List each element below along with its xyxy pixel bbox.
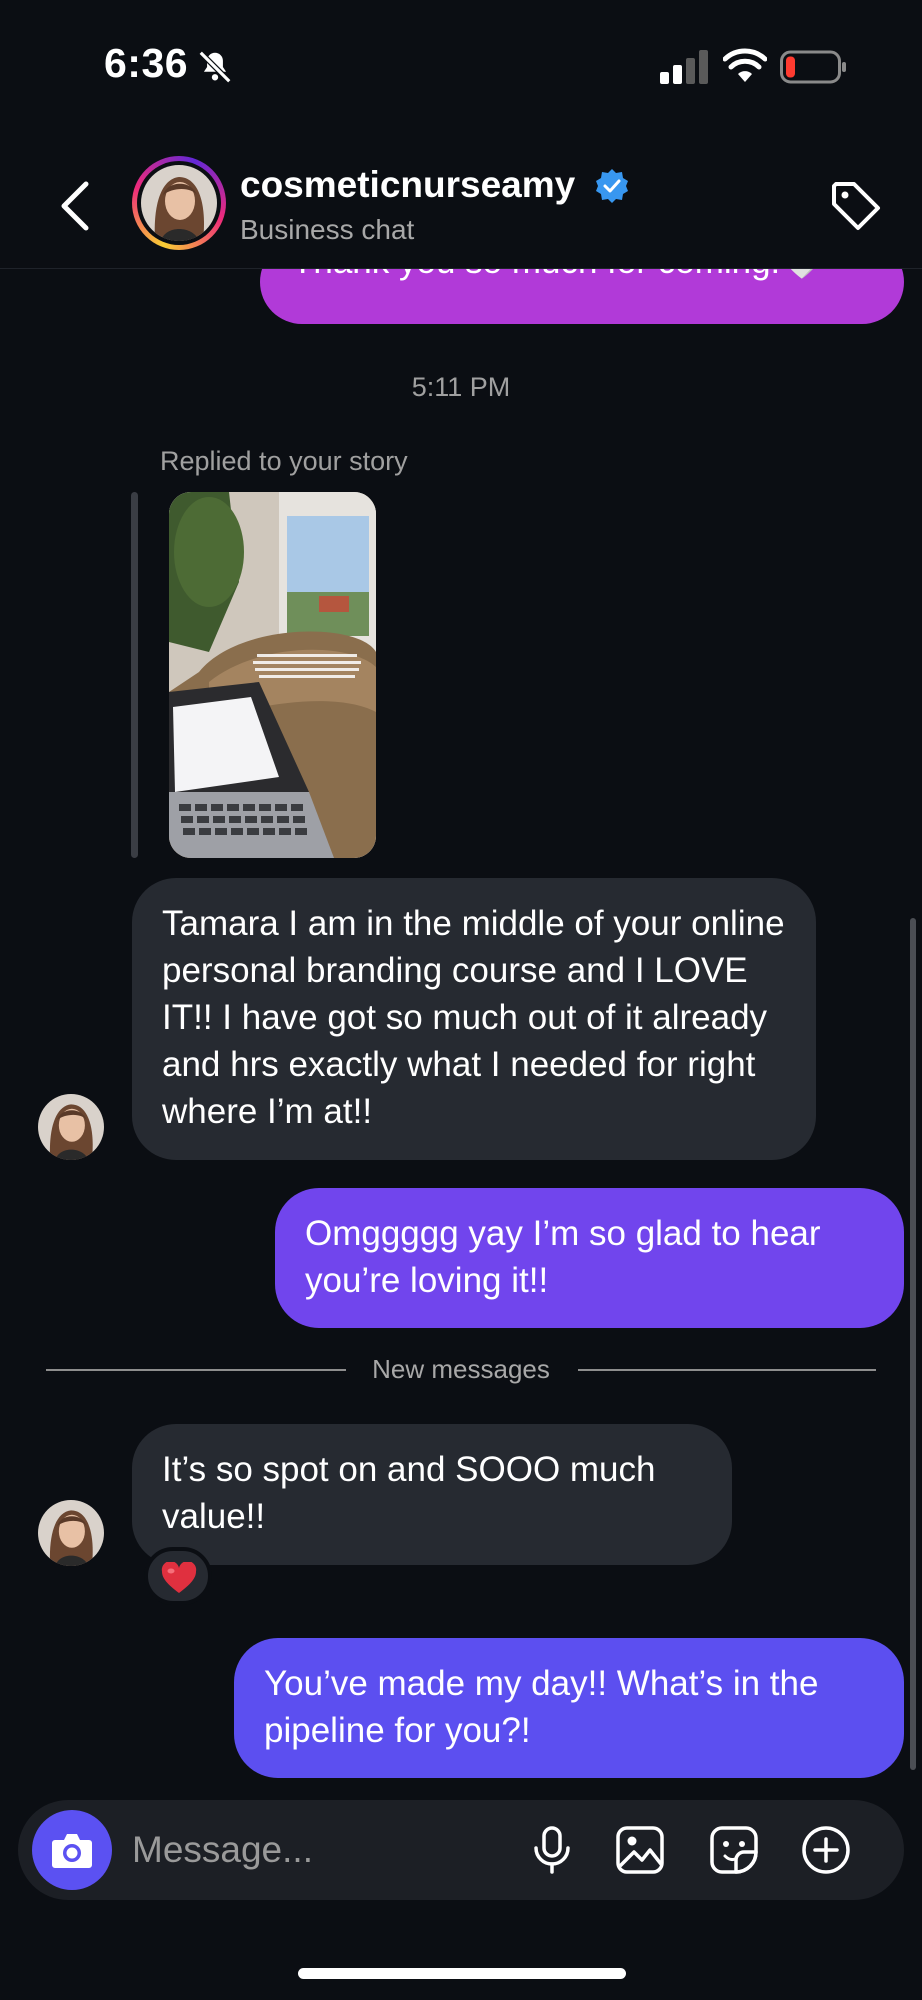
story-image bbox=[169, 492, 376, 858]
status-time: 6:36 bbox=[104, 40, 189, 86]
bell-slash-icon bbox=[198, 50, 232, 84]
story-reply-bar bbox=[131, 492, 138, 858]
story-thumbnail[interactable] bbox=[169, 492, 376, 858]
avatar-image bbox=[141, 165, 217, 241]
battery-icon bbox=[780, 50, 846, 84]
gallery-icon[interactable] bbox=[614, 1824, 666, 1876]
new-messages-divider-right bbox=[578, 1369, 876, 1371]
outgoing-message[interactable]: You’ve made my day!! What’s in the pipel… bbox=[234, 1638, 904, 1778]
outgoing-message-partial[interactable]: Thank you so much for coming!🤍 bbox=[260, 269, 904, 324]
outgoing-message[interactable]: Omggggg yay I’m so glad to hear you’re l… bbox=[275, 1188, 904, 1328]
sender-avatar[interactable] bbox=[38, 1094, 104, 1160]
scrollbar[interactable] bbox=[910, 918, 916, 1770]
tag-icon[interactable] bbox=[828, 178, 884, 234]
message-reaction[interactable] bbox=[144, 1547, 212, 1605]
chat-username[interactable]: cosmeticnurseamy bbox=[240, 164, 575, 206]
profile-avatar[interactable] bbox=[132, 156, 226, 250]
chat-subtitle: Business chat bbox=[240, 214, 415, 245]
incoming-message[interactable]: It’s so spot on and SOOO much value!! bbox=[132, 1424, 732, 1565]
message-input[interactable]: Message... bbox=[132, 1829, 313, 1871]
message-timestamp: 5:11 PM bbox=[411, 372, 511, 402]
home-indicator[interactable] bbox=[298, 1968, 626, 1979]
back-icon[interactable] bbox=[56, 178, 94, 234]
sticker-icon[interactable] bbox=[708, 1824, 760, 1876]
plus-icon[interactable] bbox=[800, 1824, 852, 1876]
incoming-message[interactable]: Tamara I am in the middle of your online… bbox=[132, 878, 816, 1160]
story-reply-label: Replied to your story bbox=[160, 446, 408, 476]
camera-button[interactable] bbox=[32, 1810, 112, 1890]
verified-icon bbox=[596, 169, 628, 203]
sender-avatar[interactable] bbox=[38, 1500, 104, 1566]
signal-icon bbox=[660, 50, 708, 84]
mic-icon[interactable] bbox=[526, 1824, 578, 1876]
heart-icon bbox=[161, 1562, 197, 1593]
camera-icon bbox=[52, 1834, 92, 1868]
wifi-icon bbox=[723, 48, 767, 82]
header-divider bbox=[0, 268, 922, 269]
